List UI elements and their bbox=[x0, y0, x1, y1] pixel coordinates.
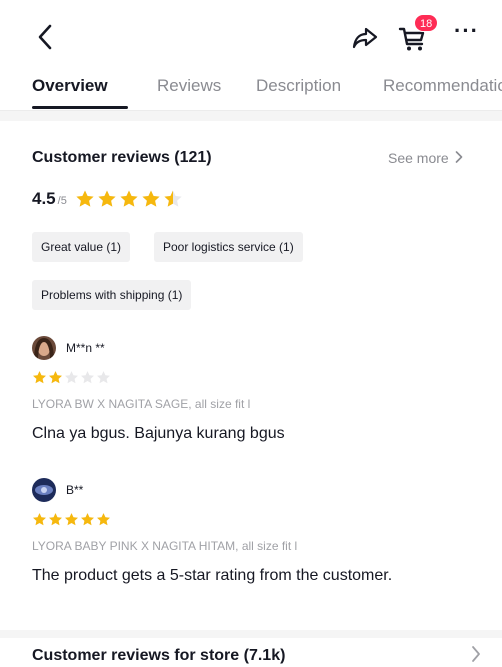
customer-reviews-title: Customer reviews (121) bbox=[32, 149, 212, 166]
star-filled-icon bbox=[48, 512, 63, 532]
chevron-left-icon bbox=[38, 24, 52, 50]
share-icon bbox=[352, 27, 378, 49]
product-variant: LYORA BW X NAGITA SAGE, all size fit l bbox=[32, 397, 251, 411]
tab-bar: Overview Reviews Description Recommendat… bbox=[0, 72, 502, 110]
review-text: Clna ya bgus. Bajunya kurang bgus bbox=[32, 425, 285, 442]
star-filled-icon bbox=[75, 189, 95, 214]
star-filled-icon bbox=[80, 512, 95, 532]
overall-star-rating bbox=[75, 189, 185, 214]
star-empty-icon bbox=[80, 370, 95, 390]
active-tab-indicator bbox=[32, 106, 128, 109]
store-reviews-link[interactable]: Customer reviews for store (7.1k) bbox=[32, 647, 285, 665]
review-star-rating bbox=[32, 370, 112, 390]
tab-reviews[interactable]: Reviews bbox=[157, 76, 221, 96]
star-filled-icon bbox=[32, 370, 47, 390]
star-filled-icon bbox=[32, 512, 47, 532]
chevron-right-icon[interactable] bbox=[470, 645, 482, 663]
avatar bbox=[32, 336, 56, 360]
back-button[interactable] bbox=[34, 22, 58, 52]
star-filled-icon bbox=[96, 512, 111, 532]
review-tag-poor-logistics[interactable]: Poor logistics service (1) bbox=[154, 232, 303, 262]
more-options-button[interactable]: ··· bbox=[454, 20, 480, 46]
section-separator bbox=[0, 630, 502, 638]
chevron-right-icon bbox=[455, 150, 463, 166]
star-filled-icon bbox=[48, 370, 63, 390]
overall-rating: 4.5 /5 bbox=[32, 189, 185, 213]
review-text: The product gets a 5-star rating from th… bbox=[32, 567, 393, 584]
cart-button[interactable]: 18 bbox=[398, 14, 439, 52]
section-separator bbox=[0, 111, 502, 121]
see-more-link[interactable]: See more bbox=[388, 150, 463, 166]
star-empty-icon bbox=[64, 370, 79, 390]
tab-overview[interactable]: Overview bbox=[32, 76, 108, 96]
reviewer-name: B** bbox=[66, 483, 84, 497]
avatar bbox=[32, 478, 56, 502]
tab-description[interactable]: Description bbox=[256, 76, 341, 96]
star-empty-icon bbox=[96, 370, 111, 390]
star-half-icon bbox=[163, 189, 183, 214]
rating-value: 4.5 bbox=[32, 189, 56, 208]
product-variant: LYORA BABY PINK X NAGITA HITAM, all size… bbox=[32, 539, 298, 553]
star-filled-icon bbox=[97, 189, 117, 214]
see-more-label: See more bbox=[388, 150, 449, 166]
star-filled-icon bbox=[141, 189, 161, 214]
review-item: B** LYORA BABY PINK X NAGITA HITAM, all … bbox=[32, 478, 482, 598]
top-bar: 18 ··· bbox=[0, 0, 502, 72]
review-tag-shipping-problems[interactable]: Problems with shipping (1) bbox=[32, 280, 192, 310]
tab-recommendations[interactable]: Recommendations bbox=[383, 76, 502, 96]
cart-count-badge: 18 bbox=[414, 14, 439, 32]
share-button[interactable] bbox=[352, 26, 378, 50]
reviewer-name: M**n ** bbox=[66, 341, 105, 355]
star-filled-icon bbox=[64, 512, 79, 532]
review-item: M**n ** LYORA BW X NAGITA SAGE, all size… bbox=[32, 336, 482, 456]
review-star-rating bbox=[32, 512, 112, 532]
rating-scale: /5 bbox=[57, 195, 67, 207]
star-filled-icon bbox=[119, 189, 139, 214]
review-tag-great-value[interactable]: Great value (1) bbox=[32, 232, 131, 262]
